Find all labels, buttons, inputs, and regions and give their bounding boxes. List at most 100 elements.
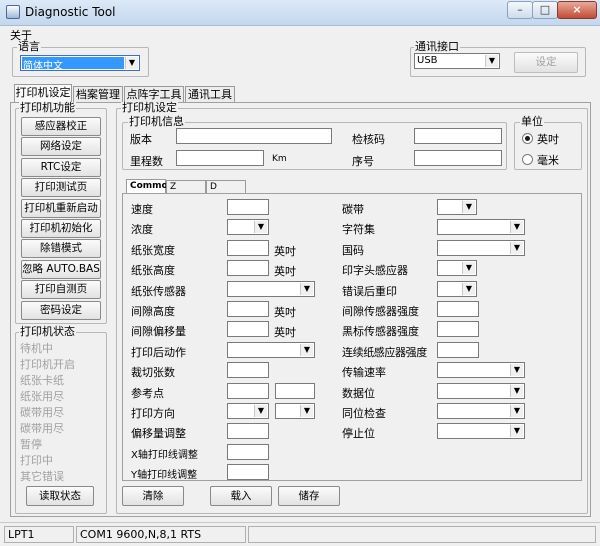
post-action-select[interactable]: ▼ bbox=[227, 341, 315, 358]
density-select[interactable]: ▼ bbox=[227, 219, 269, 236]
chevron-down-icon: ▼ bbox=[510, 425, 523, 438]
status-item: 打印机开启 bbox=[20, 358, 75, 371]
status-panel-empty bbox=[248, 526, 596, 543]
clear-button[interactable]: 清除 bbox=[122, 486, 184, 506]
chevron-down-icon: ▼ bbox=[125, 57, 138, 69]
density-label: 浓度 bbox=[131, 223, 153, 237]
bline-sensor-label: 黑标传感器强度 bbox=[342, 325, 419, 339]
mileage-field[interactable] bbox=[176, 150, 264, 166]
language-select[interactable]: 简体中文 ▼ bbox=[20, 55, 140, 72]
version-field[interactable] bbox=[176, 128, 332, 144]
read-status-button[interactable]: 读取状态 bbox=[26, 486, 94, 506]
bline-sensor-input[interactable] bbox=[437, 321, 479, 338]
rtc-settings-button[interactable]: RTC设定 bbox=[21, 157, 101, 177]
reprint-label: 错误后重印 bbox=[342, 284, 397, 298]
unit-mm-radio[interactable] bbox=[522, 154, 533, 165]
ribbon-select[interactable]: ▼ bbox=[437, 199, 477, 215]
unit-inch-radio[interactable] bbox=[522, 133, 533, 144]
window-title: Diagnostic Tool bbox=[25, 5, 116, 19]
chevron-down-icon: ▼ bbox=[300, 282, 313, 295]
ref-point-x-input[interactable] bbox=[227, 382, 269, 399]
mirror-select[interactable]: ▼ bbox=[275, 403, 315, 419]
paper-height-unit: 英吋 bbox=[274, 265, 296, 279]
data-bits-label: 数据位 bbox=[342, 386, 375, 400]
subtab-common[interactable]: Common bbox=[126, 179, 174, 194]
media-sensor-label: 纸张传感器 bbox=[131, 284, 186, 298]
sensor-calibration-button[interactable]: 感应器校正 bbox=[21, 117, 101, 136]
comm-select[interactable]: USB ▼ bbox=[414, 53, 500, 69]
print-head-select[interactable]: ▼ bbox=[437, 260, 477, 277]
maximize-icon[interactable]: □ bbox=[532, 1, 558, 19]
load-button[interactable]: 载入 bbox=[210, 486, 272, 506]
direction-label: 打印方向 bbox=[131, 407, 175, 420]
paper-width-input[interactable] bbox=[227, 239, 269, 256]
status-item: 暂停 bbox=[20, 438, 42, 451]
chevron-down-icon: ▼ bbox=[510, 384, 523, 397]
km-label: Km bbox=[272, 154, 287, 164]
cont-sensor-input[interactable] bbox=[437, 341, 479, 358]
gap-height-label: 间隙高度 bbox=[131, 305, 175, 318]
y-adjust-label: Y轴打印线调整 bbox=[131, 470, 198, 482]
printer-settings-label: 打印机设定 bbox=[121, 101, 178, 114]
checksum-field[interactable] bbox=[414, 128, 502, 144]
mileage-label: 里程数 bbox=[130, 155, 163, 168]
charset-label: 字符集 bbox=[342, 223, 375, 237]
parity-label: 同位检查 bbox=[342, 407, 386, 420]
ref-point-y-input[interactable] bbox=[275, 382, 315, 399]
print-self-test-button[interactable]: 打印自测页 bbox=[21, 280, 101, 300]
paper-width-label: 纸张宽度 bbox=[131, 243, 175, 257]
status-bar: LPT1 COM1 9600,N,8,1 RTS bbox=[0, 522, 600, 546]
gap-offset-unit: 英吋 bbox=[274, 326, 296, 340]
serial-label: 序号 bbox=[352, 155, 374, 168]
gap-sensor-label: 间隙传感器强度 bbox=[342, 305, 419, 318]
network-settings-button[interactable]: 网络设定 bbox=[21, 137, 101, 157]
data-bits-select[interactable]: ▼ bbox=[437, 382, 525, 399]
chevron-down-icon: ▼ bbox=[300, 343, 313, 356]
close-icon[interactable]: × bbox=[557, 1, 597, 19]
x-adjust-input[interactable] bbox=[227, 443, 269, 460]
cut-count-input[interactable] bbox=[227, 362, 269, 379]
gap-sensor-input[interactable] bbox=[437, 301, 479, 317]
speed-input[interactable] bbox=[227, 199, 269, 215]
chevron-down-icon: ▼ bbox=[300, 405, 313, 417]
x-adjust-label: X轴打印线调整 bbox=[131, 449, 198, 461]
y-adjust-input[interactable] bbox=[227, 464, 269, 481]
paper-height-input[interactable] bbox=[227, 260, 269, 277]
post-action-label: 打印后动作 bbox=[131, 345, 186, 359]
parity-select[interactable]: ▼ bbox=[437, 403, 525, 419]
serial-field[interactable] bbox=[414, 150, 502, 166]
stop-bits-label: 停止位 bbox=[342, 427, 375, 441]
cont-sensor-label: 连续纸感应器强度 bbox=[342, 345, 427, 359]
media-sensor-select[interactable]: ▼ bbox=[227, 280, 315, 297]
subtab-z[interactable]: Z bbox=[166, 180, 206, 194]
stop-bits-select[interactable]: ▼ bbox=[437, 423, 525, 440]
com-status: COM1 9600,N,8,1 RTS bbox=[76, 526, 246, 543]
minimize-icon[interactable]: – bbox=[507, 1, 533, 19]
charset-select[interactable]: ▼ bbox=[437, 219, 525, 236]
app-icon bbox=[6, 5, 20, 19]
save-button[interactable]: 储存 bbox=[278, 486, 340, 506]
country-select[interactable]: ▼ bbox=[437, 239, 525, 256]
offset-adjust-input[interactable] bbox=[227, 423, 269, 440]
subtab-d[interactable]: D bbox=[206, 180, 246, 194]
debug-mode-button[interactable]: 除错模式 bbox=[21, 239, 101, 259]
status-item: 其它错误 bbox=[20, 470, 64, 483]
baud-select[interactable]: ▼ bbox=[437, 362, 525, 379]
print-test-page-button[interactable]: 打印测试页 bbox=[21, 178, 101, 198]
printer-function-label: 打印机功能 bbox=[19, 101, 76, 114]
chevron-down-icon: ▼ bbox=[254, 221, 267, 234]
comm-settings-button[interactable]: 设定 bbox=[514, 52, 578, 73]
restart-printer-button[interactable]: 打印机重新启动 bbox=[21, 198, 101, 218]
chevron-down-icon: ▼ bbox=[485, 55, 498, 67]
checksum-label: 检核码 bbox=[352, 133, 385, 146]
reprint-select[interactable]: ▼ bbox=[437, 280, 477, 297]
gap-height-input[interactable] bbox=[227, 301, 269, 317]
printer-status-label: 打印机状态 bbox=[19, 325, 76, 338]
gap-offset-input[interactable] bbox=[227, 321, 269, 338]
ignore-autobas-button[interactable]: 忽略 AUTO.BAS bbox=[21, 259, 101, 279]
direction-select[interactable]: ▼ bbox=[227, 403, 269, 419]
initialize-printer-button[interactable]: 打印机初始化 bbox=[21, 219, 101, 238]
password-settings-button[interactable]: 密码设定 bbox=[21, 300, 101, 320]
chevron-down-icon: ▼ bbox=[510, 405, 523, 417]
baud-label: 传输速率 bbox=[342, 366, 386, 380]
